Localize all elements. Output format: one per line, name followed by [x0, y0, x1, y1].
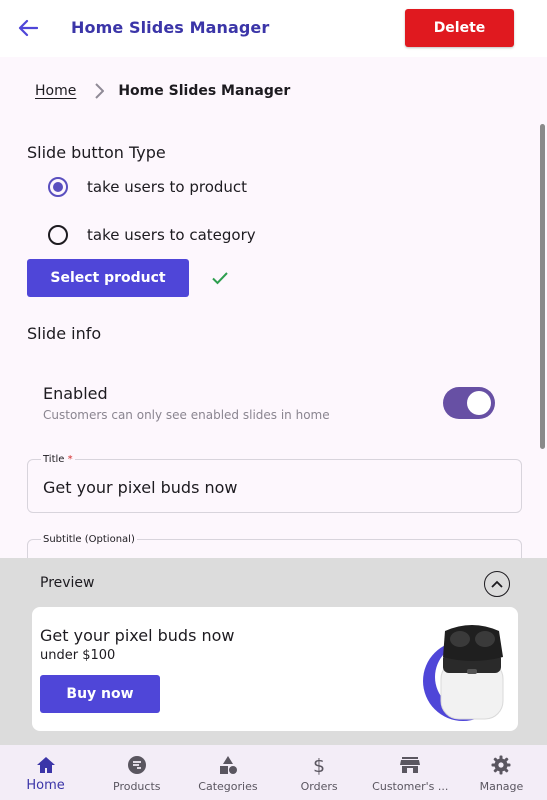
check-icon — [212, 272, 228, 285]
products-icon — [126, 754, 148, 776]
arrow-back-icon — [18, 19, 38, 37]
title-label-text: Title — [43, 454, 65, 465]
bottom-navigation: Home Products Categories $ Orders Custom… — [0, 745, 547, 800]
storefront-icon — [399, 754, 421, 776]
radio-option-product[interactable]: take users to product — [48, 174, 247, 200]
nav-item-orders[interactable]: $ Orders — [274, 745, 365, 800]
chevron-right-icon — [94, 83, 105, 99]
enabled-toggle[interactable] — [443, 387, 495, 419]
home-icon — [35, 754, 57, 776]
breadcrumb: Home Home Slides Manager — [35, 80, 290, 102]
radio-option-category[interactable]: take users to category — [48, 222, 256, 248]
title-field-value: Get your pixel buds now — [43, 478, 238, 497]
chevron-up-icon — [491, 580, 503, 588]
slide-preview-card: Get your pixel buds now under $100 Buy n… — [32, 607, 518, 731]
slide-info-heading: Slide info — [27, 324, 102, 343]
breadcrumb-current: Home Slides Manager — [118, 83, 291, 99]
preview-card-title: Get your pixel buds now — [40, 626, 235, 645]
nav-item-products[interactable]: Products — [91, 745, 182, 800]
back-button[interactable] — [14, 14, 42, 42]
title-field-label: Title * — [41, 454, 75, 465]
nav-label-manage: Manage — [479, 780, 524, 793]
scrollbar-thumb[interactable] — [540, 124, 545, 449]
preview-card-subtitle: under $100 — [40, 648, 116, 663]
nav-item-customers-view[interactable]: Customer's ... — [365, 745, 456, 800]
nav-item-home[interactable]: Home — [0, 745, 91, 800]
nav-label-home: Home — [26, 778, 65, 793]
nav-label-products: Products — [113, 780, 161, 793]
categories-icon — [217, 754, 239, 776]
enabled-label: Enabled — [43, 384, 108, 403]
enabled-help-text: Customers can only see enabled slides in… — [43, 408, 330, 422]
svg-text:$: $ — [313, 755, 325, 776]
radio-label-product: take users to product — [87, 178, 248, 196]
delete-button[interactable]: Delete — [405, 9, 514, 47]
toggle-knob — [467, 391, 491, 415]
dollar-icon: $ — [308, 754, 330, 776]
nav-label-orders: Orders — [300, 780, 338, 793]
page-title: Home Slides Manager — [71, 18, 270, 37]
gear-icon — [490, 754, 512, 776]
preview-heading: Preview — [40, 575, 95, 591]
pixel-buds-product-image — [423, 625, 504, 721]
preview-panel: Preview Get your pixel buds now under $1… — [0, 558, 547, 745]
app-bar: Home Slides Manager Delete — [0, 0, 547, 57]
radio-button-unchecked[interactable] — [48, 225, 68, 245]
radio-label-category: take users to category — [87, 226, 256, 244]
radio-button-checked[interactable] — [48, 177, 68, 197]
required-mark: * — [67, 454, 73, 465]
buy-now-button[interactable]: Buy now — [40, 675, 160, 713]
slide-button-type-heading: Slide button Type — [27, 143, 166, 162]
breadcrumb-home-link[interactable]: Home — [35, 83, 76, 99]
select-product-button[interactable]: Select product — [27, 259, 189, 297]
title-field[interactable]: Title * Get your pixel buds now — [27, 454, 522, 513]
nav-item-categories[interactable]: Categories — [182, 745, 273, 800]
nav-label-categories: Categories — [198, 780, 258, 793]
subtitle-field-label: Subtitle (Optional) — [41, 534, 137, 545]
nav-item-manage[interactable]: Manage — [456, 745, 547, 800]
collapse-button[interactable] — [484, 571, 510, 597]
nav-label-customers-view: Customer's ... — [372, 780, 449, 793]
